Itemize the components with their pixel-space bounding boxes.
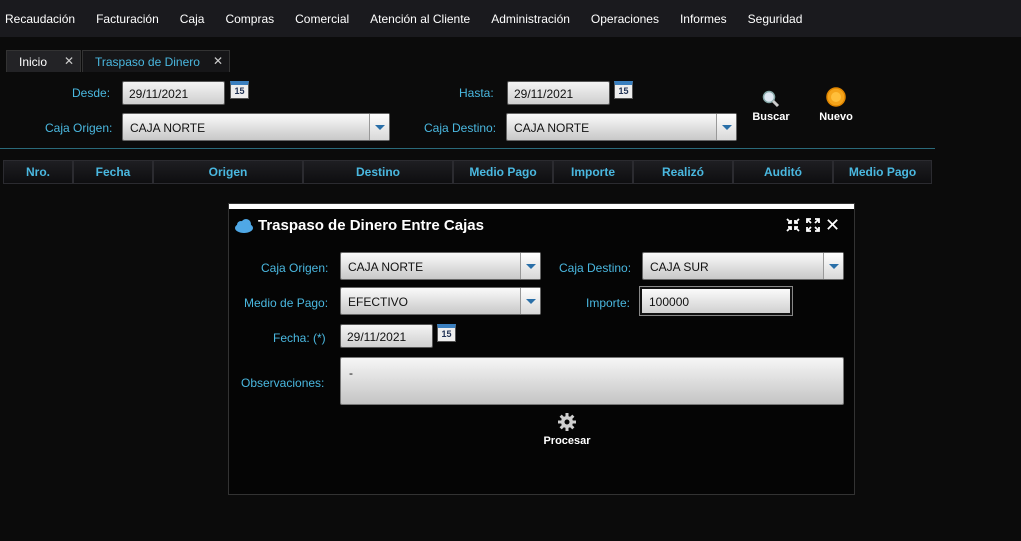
search-icon <box>762 90 780 108</box>
dialog-caja-origen-value: CAJA NORTE <box>348 260 424 274</box>
cloud-icon <box>235 219 253 233</box>
maximize-icon[interactable] <box>806 218 820 232</box>
calendar-icon[interactable]: 15 <box>437 324 456 342</box>
importe-input[interactable]: 100000 <box>640 287 792 315</box>
column-header-medio-pago[interactable]: Medio Pago <box>453 160 553 184</box>
gear-icon <box>558 413 576 431</box>
importe-label: Importe: <box>586 296 631 310</box>
dialog-caja-destino-value: CAJA SUR <box>650 260 709 274</box>
dialog-title: Traspaso de Dinero Entre Cajas <box>258 217 484 234</box>
chevron-down-icon[interactable] <box>823 253 843 279</box>
observaciones-textarea[interactable]: - <box>340 357 844 405</box>
chevron-down-icon[interactable] <box>520 253 540 279</box>
menu-recaudacion[interactable]: Recaudación <box>5 12 75 26</box>
dialog-top-bar <box>229 204 854 209</box>
procesar-label: Procesar <box>543 435 591 447</box>
grid-header: Nro. Fecha Origen Destino Medio Pago Imp… <box>3 160 932 184</box>
close-icon[interactable]: ✕ <box>213 54 223 68</box>
collapse-icon[interactable] <box>786 218 800 232</box>
observaciones-label: Observaciones: <box>241 376 325 390</box>
medio-pago-select[interactable]: EFECTIVO <box>340 287 541 315</box>
column-header-origen[interactable]: Origen <box>153 160 303 184</box>
menu-operaciones[interactable]: Operaciones <box>591 12 659 26</box>
menu-caja[interactable]: Caja <box>180 12 205 26</box>
hasta-label: Hasta: <box>459 86 494 100</box>
chevron-down-icon[interactable] <box>520 288 540 314</box>
dialog-caja-destino-select[interactable]: CAJA SUR <box>642 252 844 280</box>
medio-pago-label: Medio de Pago: <box>244 296 329 310</box>
nuevo-label: Nuevo <box>819 111 853 123</box>
column-header-medio-pago-2[interactable]: Medio Pago <box>833 160 932 184</box>
tab-inicio-label: Inicio <box>19 54 48 69</box>
caja-origen-select[interactable]: CAJA NORTE <box>122 113 390 141</box>
tab-bar: Inicio ✕ Traspaso de Dinero ✕ <box>0 37 1021 73</box>
hasta-date-field[interactable]: 29/11/2021 <box>507 81 610 105</box>
column-header-destino[interactable]: Destino <box>303 160 453 184</box>
menu-facturacion[interactable]: Facturación <box>96 12 159 26</box>
tab-inicio[interactable]: Inicio ✕ <box>6 50 81 72</box>
tab-traspaso-label: Traspaso de Dinero <box>95 54 200 69</box>
caja-origen-label: Caja Origen: <box>45 121 113 135</box>
desde-date-field[interactable]: 29/11/2021 <box>122 81 225 105</box>
calendar-icon[interactable]: 15 <box>230 81 249 99</box>
column-header-audito[interactable]: Auditó <box>733 160 833 184</box>
menu-comercial[interactable]: Comercial <box>295 12 349 26</box>
nuevo-button[interactable]: Nuevo <box>817 86 855 123</box>
dialog-caja-origen-label: Caja Origen: <box>261 261 329 275</box>
column-header-fecha[interactable]: Fecha <box>73 160 153 184</box>
medio-pago-value: EFECTIVO <box>348 295 409 309</box>
fecha-label: Fecha: (*) <box>273 331 326 345</box>
caja-destino-label: Caja Destino: <box>424 121 497 135</box>
buscar-label: Buscar <box>752 111 790 123</box>
menu-seguridad[interactable]: Seguridad <box>748 12 803 26</box>
caja-destino-value: CAJA NORTE <box>514 121 590 135</box>
desde-label: Desde: <box>72 86 111 100</box>
close-icon[interactable]: ✕ <box>825 215 840 236</box>
column-header-importe[interactable]: Importe <box>553 160 633 184</box>
chevron-down-icon[interactable] <box>369 114 389 140</box>
menu-atencion-cliente[interactable]: Atención al Cliente <box>370 12 470 26</box>
main-menubar: Recaudación Facturación Caja Compras Com… <box>0 0 1021 37</box>
column-header-nro[interactable]: Nro. <box>3 160 73 184</box>
new-icon <box>826 87 846 107</box>
dialog-caja-destino-label: Caja Destino: <box>559 261 632 275</box>
dialog-caja-origen-select[interactable]: CAJA NORTE <box>340 252 541 280</box>
close-icon[interactable]: ✕ <box>64 54 74 68</box>
caja-destino-select[interactable]: CAJA NORTE <box>506 113 737 141</box>
tab-traspaso-de-dinero[interactable]: Traspaso de Dinero ✕ <box>82 50 230 72</box>
calendar-icon[interactable]: 15 <box>614 81 633 99</box>
fecha-date-field[interactable]: 29/11/2021 <box>340 324 433 348</box>
procesar-button[interactable]: Procesar <box>543 412 591 447</box>
menu-compras[interactable]: Compras <box>225 12 274 26</box>
traspaso-dialog: Traspaso de Dinero Entre Cajas ✕ Caja Or… <box>228 203 855 495</box>
column-header-realizo[interactable]: Realizó <box>633 160 733 184</box>
caja-origen-value: CAJA NORTE <box>130 121 206 135</box>
separator-line <box>0 148 935 149</box>
chevron-down-icon[interactable] <box>716 114 736 140</box>
menu-informes[interactable]: Informes <box>680 12 727 26</box>
menu-administracion[interactable]: Administración <box>491 12 570 26</box>
buscar-button[interactable]: Buscar <box>751 90 791 123</box>
